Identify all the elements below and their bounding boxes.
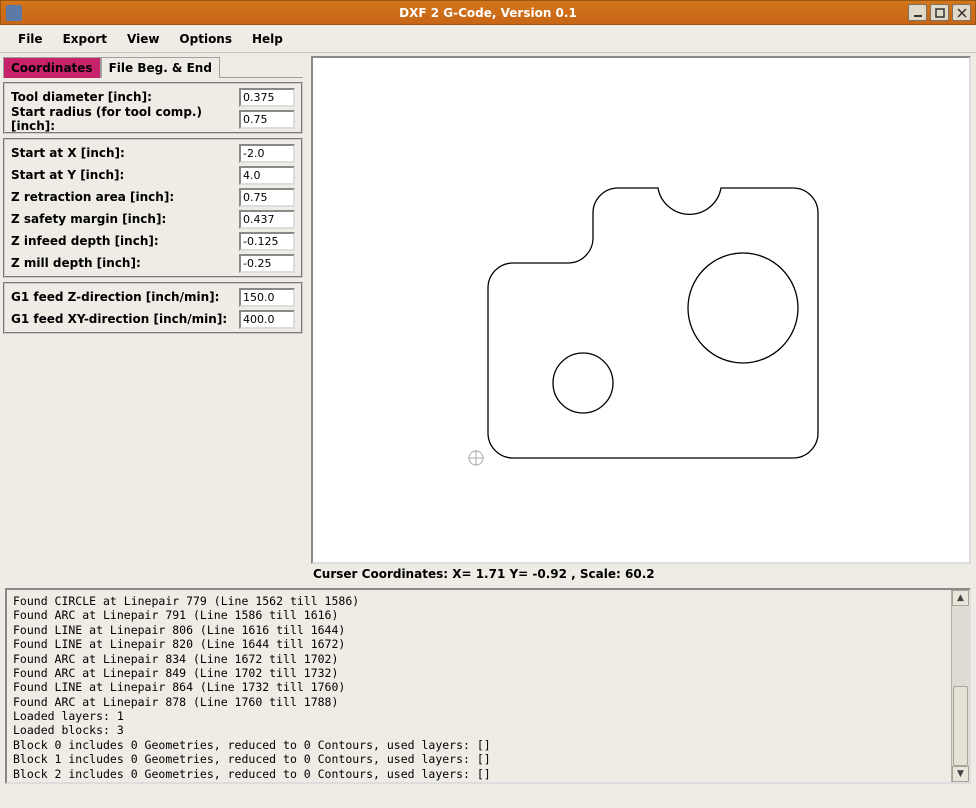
menu-export[interactable]: Export	[53, 28, 117, 50]
input-z-infeed[interactable]	[239, 232, 295, 251]
panel-position: Start at X [inch]: Start at Y [inch]: Z …	[3, 138, 303, 278]
label-feed-xy: G1 feed XY-direction [inch/min]:	[11, 312, 239, 326]
label-z-safety: Z safety margin [inch]:	[11, 212, 239, 226]
tab-coordinates[interactable]: Coordinates	[3, 57, 101, 78]
label-start-x: Start at X [inch]:	[11, 146, 239, 160]
cursor-coordinates: Curser Coordinates: X= 1.71 Y= -0.92 , S…	[311, 564, 971, 583]
panel-feed: G1 feed Z-direction [inch/min]: G1 feed …	[3, 282, 303, 334]
scroll-down-button[interactable]: ▼	[952, 766, 969, 782]
menu-options[interactable]: Options	[169, 28, 242, 50]
label-start-radius: Start radius (for tool comp.) [inch]:	[11, 105, 239, 133]
minimize-button[interactable]	[908, 4, 927, 21]
input-start-radius[interactable]	[239, 110, 295, 129]
sidebar: Coordinates File Beg. & End Tool diamete…	[0, 53, 306, 583]
input-z-retraction[interactable]	[239, 188, 295, 207]
panel-tool: Tool diameter [inch]: Start radius (for …	[3, 82, 303, 134]
input-z-safety[interactable]	[239, 210, 295, 229]
label-z-retraction: Z retraction area [inch]:	[11, 190, 239, 204]
drawing-canvas[interactable]	[311, 56, 971, 564]
input-feed-z[interactable]	[239, 288, 295, 307]
label-z-mill: Z mill depth [inch]:	[11, 256, 239, 270]
menu-view[interactable]: View	[117, 28, 169, 50]
log-output: Found CIRCLE at Linepair 779 (Line 1562 …	[7, 590, 951, 782]
label-z-infeed: Z infeed depth [inch]:	[11, 234, 239, 248]
window-titlebar: DXF 2 G-Code, Version 0.1	[0, 0, 976, 25]
label-tool-diameter: Tool diameter [inch]:	[11, 90, 239, 104]
input-z-mill[interactable]	[239, 254, 295, 273]
input-feed-xy[interactable]	[239, 310, 295, 329]
scroll-up-button[interactable]: ▲	[952, 590, 969, 606]
scroll-thumb[interactable]	[953, 686, 968, 766]
maximize-button[interactable]	[930, 4, 949, 21]
menu-bar: File Export View Options Help	[0, 25, 976, 53]
app-icon	[6, 5, 22, 21]
input-start-x[interactable]	[239, 144, 295, 163]
origin-marker-icon	[468, 450, 484, 466]
label-feed-z: G1 feed Z-direction [inch/min]:	[11, 290, 239, 304]
input-tool-diameter[interactable]	[239, 88, 295, 107]
tab-file-beg-end[interactable]: File Beg. & End	[101, 57, 220, 78]
window-title: DXF 2 G-Code, Version 0.1	[1, 6, 975, 20]
close-button[interactable]	[952, 4, 971, 21]
menu-file[interactable]: File	[8, 28, 53, 50]
label-start-y: Start at Y [inch]:	[11, 168, 239, 182]
log-scrollbar[interactable]: ▲ ▼	[951, 590, 969, 782]
input-start-y[interactable]	[239, 166, 295, 185]
drawing-svg	[313, 58, 969, 558]
menu-help[interactable]: Help	[242, 28, 293, 50]
